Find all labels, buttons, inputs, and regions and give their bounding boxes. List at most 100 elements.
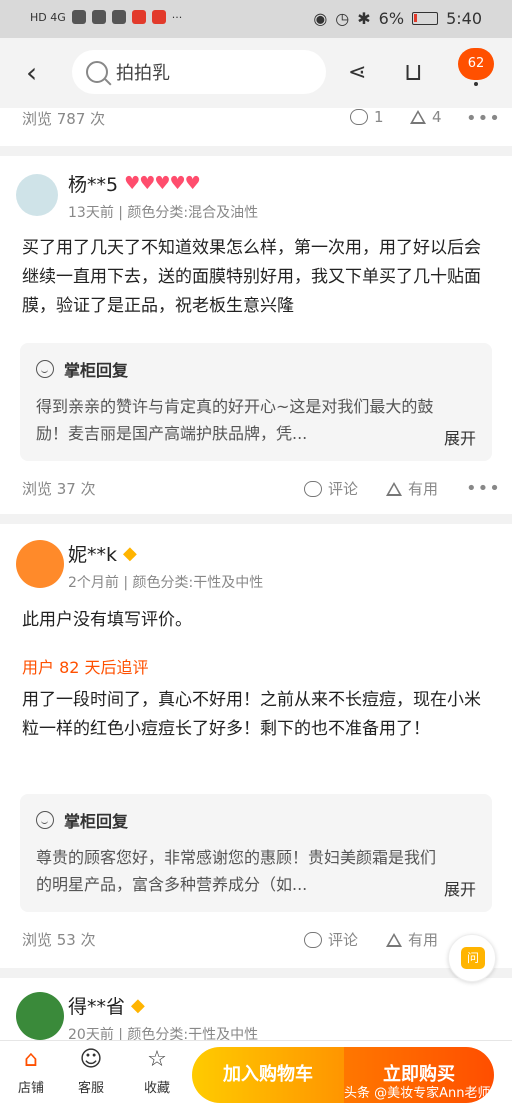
diamond-icon: ◆ bbox=[123, 543, 137, 564]
divider bbox=[0, 514, 512, 524]
review-item: 妮**k ◆ 2个月前 | 颜色分类:干性及中性 此用户没有填写评价。 用户 8… bbox=[0, 524, 512, 984]
battery-percent: 6% bbox=[378, 9, 405, 28]
share-icon[interactable]: ⋖ bbox=[348, 60, 374, 86]
review-text: 买了用了几天了不知道效果怎么样，第一次用，用了好以后会继续一直用下去，送的面膜特… bbox=[22, 238, 481, 316]
watermark: 头条 @美妆专家Ann老师 bbox=[344, 1086, 491, 1101]
review-text: 此用户没有填写评价。 bbox=[22, 610, 192, 630]
status-bar: HD 4G ··· ◉ ◷ ✱ 6% 5:40 bbox=[0, 0, 512, 38]
store-button[interactable]: ⌂ 店铺 bbox=[8, 1047, 54, 1096]
status-left: HD 4G ··· bbox=[30, 10, 182, 24]
views-count: 浏览 787 次 bbox=[22, 110, 106, 128]
comment-button[interactable]: 1 bbox=[350, 108, 384, 126]
battery-icon bbox=[412, 12, 439, 25]
reviewer-name-text: 杨**5 bbox=[68, 174, 119, 196]
status-right: ◉ ◷ ✱ 6% 5:40 bbox=[313, 9, 482, 28]
divider bbox=[0, 146, 512, 156]
ask-question-button[interactable]: 问 bbox=[448, 934, 496, 982]
followup-label: 用户 82 天后追评 bbox=[22, 658, 149, 677]
divider bbox=[0, 968, 512, 978]
app-notification-icon bbox=[131, 10, 146, 24]
useful-button[interactable]: 有用 bbox=[386, 929, 438, 950]
thumb-icon bbox=[386, 932, 402, 947]
level-hearts-icon: ♥♥♥♥♥ bbox=[124, 173, 201, 194]
reply-text: 得到亲亲的赞许与肯定真的好开心~这是对我们最大的鼓励！麦吉丽是国产高端护肤品牌，… bbox=[36, 397, 434, 443]
comment-label: 评论 bbox=[328, 480, 359, 498]
comment-icon bbox=[350, 109, 368, 125]
app-notification-icon-2 bbox=[151, 10, 166, 24]
avatar[interactable] bbox=[16, 540, 64, 588]
review-stats: 浏览 37 次 评论 有用 ••• bbox=[22, 478, 500, 500]
add-to-cart-button[interactable]: 加入购物车 bbox=[192, 1047, 344, 1103]
comment-button[interactable]: 评论 bbox=[304, 478, 358, 499]
favorite-button[interactable]: ☆ 收藏 bbox=[134, 1047, 180, 1096]
reviewer-name: 得**省 ◆ bbox=[68, 992, 145, 1019]
useful-button[interactable]: 有用 bbox=[386, 478, 438, 499]
reply-title-text: 掌柜回复 bbox=[64, 812, 129, 831]
wechat-icon bbox=[91, 10, 106, 24]
comment-button[interactable]: 评论 bbox=[304, 929, 358, 950]
review-item: 得**省 ◆ 20天前 | 颜色分类:干性及中性 bbox=[0, 978, 512, 1040]
nav-bar: ‹ 拍拍乳 ⋖ ⊔ 62 bbox=[0, 38, 512, 108]
cart-icon[interactable]: ⊔ bbox=[404, 58, 432, 86]
useful-button[interactable]: 4 bbox=[410, 108, 442, 126]
review-meta: 20天前 | 颜色分类:干性及中性 bbox=[68, 1027, 259, 1040]
hourglass-icon bbox=[71, 10, 86, 24]
thumb-icon bbox=[386, 481, 402, 496]
alarm-icon: ◷ bbox=[335, 9, 350, 28]
review-stats: 浏览 53 次 评论 有用 bbox=[22, 929, 492, 951]
avatar[interactable] bbox=[16, 992, 64, 1040]
more-options-icon[interactable]: ••• bbox=[466, 108, 501, 129]
search-icon bbox=[86, 61, 108, 83]
reply-title-text: 掌柜回复 bbox=[64, 361, 129, 380]
more-options-icon[interactable]: ••• bbox=[466, 478, 501, 499]
message-icon bbox=[111, 10, 126, 24]
useful-label: 有用 bbox=[408, 931, 439, 949]
review-meta: 13天前 | 颜色分类:混合及油性 bbox=[68, 205, 259, 221]
avatar[interactable] bbox=[16, 174, 58, 216]
message-count-badge[interactable]: 62 bbox=[458, 48, 494, 80]
expand-button[interactable]: 展开 bbox=[444, 425, 476, 449]
service-button[interactable]: ☺ 客服 bbox=[68, 1047, 114, 1096]
expand-button[interactable]: 展开 bbox=[444, 876, 476, 900]
service-icon: ☺ bbox=[79, 1047, 103, 1072]
comment-icon bbox=[304, 931, 322, 948]
review-list[interactable]: 浏览 787 次 1 4 ••• 杨**5 ♥♥♥♥♥ 13天前 | 颜色分类:… bbox=[0, 108, 512, 1040]
smile-icon bbox=[36, 360, 54, 378]
bluetooth-icon: ✱ bbox=[357, 9, 371, 28]
store-icon: ⌂ bbox=[24, 1047, 38, 1072]
diamond-icon: ◆ bbox=[131, 995, 145, 1016]
service-label: 客服 bbox=[77, 1081, 104, 1096]
reviewer-name-text: 妮**k bbox=[68, 544, 118, 566]
review-meta: 2个月前 | 颜色分类:干性及中性 bbox=[68, 575, 264, 591]
search-input[interactable]: 拍拍乳 bbox=[72, 50, 326, 94]
seller-reply[interactable]: 掌柜回复 得到亲亲的赞许与肯定真的好开心~这是对我们最大的鼓励！麦吉丽是国产高端… bbox=[20, 343, 492, 461]
useful-count: 4 bbox=[432, 108, 442, 126]
previous-review-stats: 浏览 787 次 1 4 ••• bbox=[22, 108, 500, 130]
star-icon: ☆ bbox=[147, 1047, 167, 1072]
reviewer-name: 杨**5 ♥♥♥♥♥ bbox=[68, 170, 201, 197]
comment-label: 评论 bbox=[328, 931, 359, 949]
more-dot-icon bbox=[474, 82, 478, 86]
favorite-label: 收藏 bbox=[143, 1081, 170, 1096]
reply-text: 尊贵的顾客您好，非常感谢您的惠顾！贵妇美颜霜是我们的明星产品，富含多种营养成分（… bbox=[36, 848, 437, 894]
eye-icon: ◉ bbox=[313, 9, 328, 28]
thumb-icon bbox=[410, 110, 426, 124]
search-text: 拍拍乳 bbox=[116, 63, 170, 84]
comment-count: 1 bbox=[374, 108, 384, 126]
store-label: 店铺 bbox=[17, 1081, 44, 1096]
seller-reply[interactable]: 掌柜回复 尊贵的顾客您好，非常感谢您的惠顾！贵妇美颜霜是我们的明星产品，富含多种… bbox=[20, 794, 492, 912]
more-notifications-icon: ··· bbox=[171, 10, 183, 24]
back-icon[interactable]: ‹ bbox=[26, 59, 48, 87]
review-item: 杨**5 ♥♥♥♥♥ 13天前 | 颜色分类:混合及油性 买了用了几天了不知道效… bbox=[0, 156, 512, 556]
views-count: 浏览 53 次 bbox=[22, 931, 96, 949]
views-count: 浏览 37 次 bbox=[22, 480, 96, 498]
reply-title: 掌柜回复 bbox=[36, 357, 128, 381]
smile-icon bbox=[36, 811, 54, 829]
network-indicator: HD 4G bbox=[30, 10, 66, 24]
reviewer-name: 妮**k ◆ bbox=[68, 540, 137, 567]
reviewer-name-text: 得**省 bbox=[68, 996, 126, 1018]
reply-title: 掌柜回复 bbox=[36, 808, 128, 832]
comment-icon bbox=[304, 480, 322, 497]
clock: 5:40 bbox=[446, 9, 482, 28]
followup-text: 用了一段时间了，真心不好用！之前从来不长痘痘，现在小米粒一样的红色小痘痘长了好多… bbox=[22, 690, 481, 739]
